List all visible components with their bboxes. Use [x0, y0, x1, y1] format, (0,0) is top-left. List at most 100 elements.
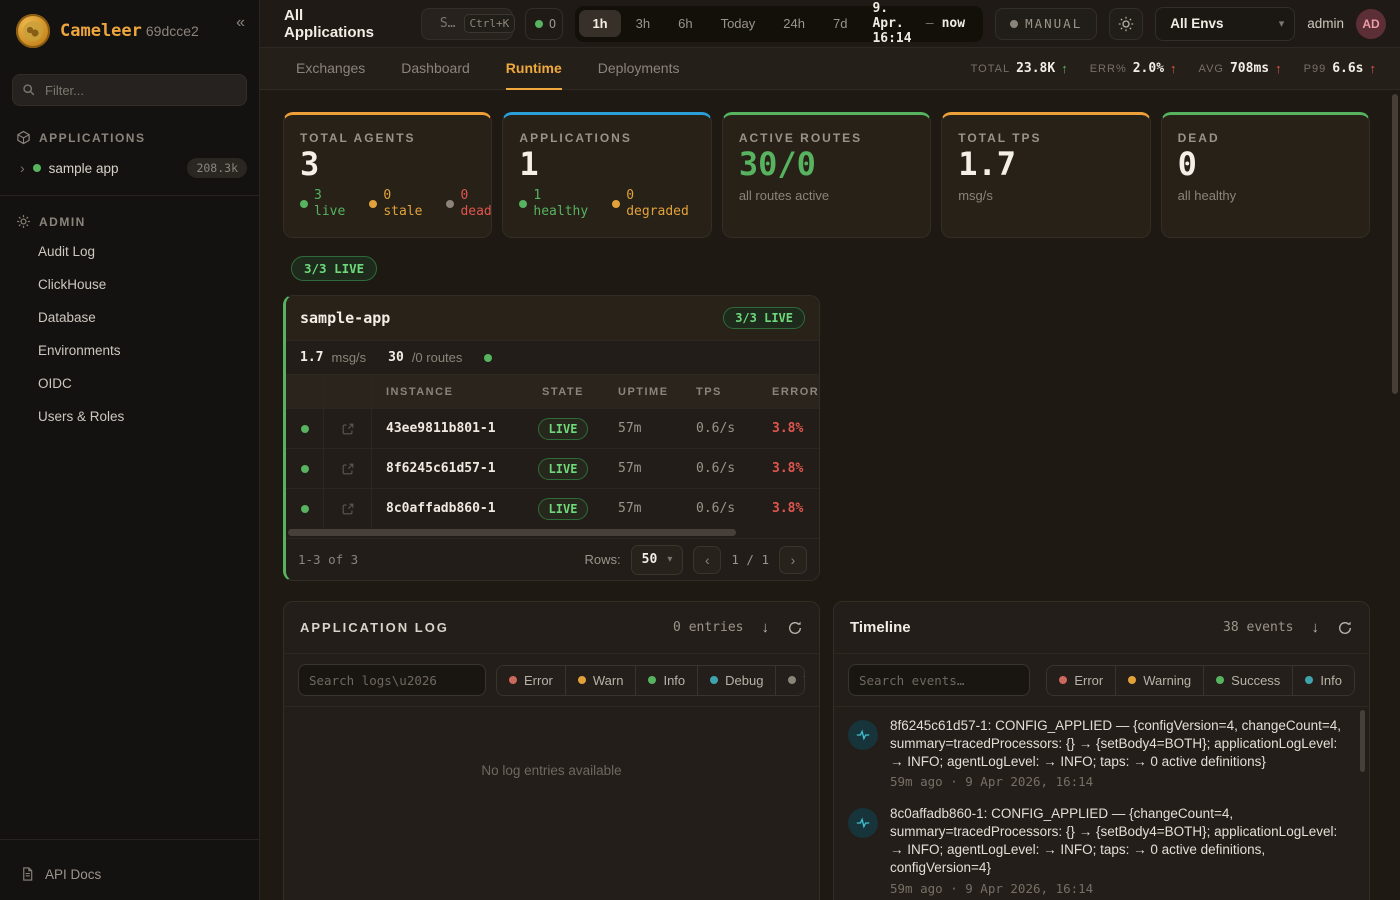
timeline-event-count: 38 events — [1223, 620, 1293, 635]
download-icon[interactable]: ↓ — [1312, 619, 1320, 636]
online-status-button[interactable]: O — [525, 8, 564, 40]
card-value: 30/0 — [739, 147, 914, 182]
tab-deployments[interactable]: Deployments — [598, 48, 680, 90]
filter-info[interactable]: Info — [635, 666, 697, 695]
sample-app-panel: sample-app 3/3 LIVE 1.7 msg/s 30 /0 rout… — [283, 295, 820, 581]
refresh-mode-button[interactable]: MANUAL — [995, 8, 1097, 40]
avatar[interactable]: AD — [1356, 9, 1386, 39]
time-range-1h[interactable]: 1h — [579, 10, 620, 37]
log-panel-title: APPLICATION LOG — [300, 620, 449, 635]
rows-per-page-select[interactable]: 50 ▾ — [631, 545, 684, 575]
main-scrollbar[interactable] — [1392, 94, 1398, 394]
search-icon — [22, 83, 36, 97]
sidebar: Cameleer69dcce2 « APPLICATIONS › sample … — [0, 0, 260, 900]
next-page-button[interactable]: › — [779, 546, 807, 574]
prev-page-button[interactable]: ‹ — [693, 546, 721, 574]
app-live-badge: 3/3 LIVE — [723, 307, 805, 329]
sidebar-item-database[interactable]: Database — [0, 303, 259, 332]
error-dot-icon — [1059, 676, 1067, 684]
sidebar-item-sample-app[interactable]: › sample app 208.3k — [0, 151, 259, 185]
empty-state-message: No log entries available — [284, 707, 819, 778]
filter-success[interactable]: Success — [1203, 666, 1292, 695]
trend-up-icon: ↑ — [1170, 61, 1177, 76]
kpi-label: TOTAL — [971, 63, 1010, 75]
filter-info[interactable]: Info — [1292, 666, 1354, 695]
time-range-7d[interactable]: 7d — [820, 10, 860, 37]
external-link-icon[interactable] — [341, 502, 355, 516]
download-icon[interactable]: ↓ — [762, 619, 770, 636]
uptime-value: 57m — [604, 461, 682, 476]
tab-exchanges[interactable]: Exchanges — [296, 48, 365, 90]
filter-trace[interactable]: Trace — [775, 666, 805, 695]
success-dot-icon — [1216, 676, 1224, 684]
kpi-strip: TOTAL 23.8K ↑ ERR% 2.0% ↑ AVG 708ms ↑ P9… — [971, 61, 1376, 76]
card-legend: 3live 0stale 0dead — [300, 188, 475, 221]
tab-runtime[interactable]: Runtime — [506, 48, 562, 90]
refresh-icon[interactable] — [1337, 620, 1353, 636]
brand-version: 69dcce2 — [146, 23, 199, 39]
debug-dot-icon — [710, 676, 718, 684]
info-dot-icon — [1305, 676, 1313, 684]
refresh-icon[interactable] — [787, 620, 803, 636]
legend-count: 0 — [626, 188, 689, 204]
filter-error[interactable]: Error — [1047, 666, 1115, 695]
sidebar-item-api-docs[interactable]: API Docs — [0, 850, 259, 900]
live-summary-badge: 3/3 LIVE — [291, 256, 377, 281]
tabs-bar: Exchanges Dashboard Runtime Deployments … — [260, 48, 1400, 90]
kpi-label: P99 — [1304, 63, 1327, 75]
sidebar-item-audit-log[interactable]: Audit Log — [0, 237, 259, 266]
sidebar-item-oidc[interactable]: OIDC — [0, 369, 259, 398]
log-level-filter-group: Error Warn Info Debug Trace — [496, 665, 805, 696]
log-search-input[interactable] — [298, 664, 486, 696]
range-from: 9. Apr. 16:14 — [872, 1, 917, 46]
external-link-icon[interactable] — [341, 422, 355, 436]
kpi-label: ERR% — [1090, 63, 1127, 75]
kpi-avg: AVG 708ms ↑ — [1199, 61, 1282, 76]
horizontal-scrollbar[interactable] — [288, 529, 736, 536]
app-routes-value: 30 — [388, 350, 404, 365]
topbar-right: MANUAL All Envs ▾ admin AD — [995, 7, 1386, 41]
theme-toggle-button[interactable] — [1109, 8, 1143, 40]
col-errors: ERRORS — [762, 386, 820, 398]
timeline-search-input[interactable] — [848, 664, 1030, 696]
app-panel-header[interactable]: sample-app 3/3 LIVE — [286, 296, 819, 341]
legend-label: dead — [460, 204, 491, 220]
environment-select[interactable]: All Envs ▾ — [1155, 7, 1295, 41]
sidebar-filter-input[interactable] — [12, 74, 247, 106]
collapse-sidebar-button[interactable]: « — [236, 14, 245, 32]
chevron-down-icon: ▾ — [667, 554, 672, 565]
info-dot-icon — [648, 676, 656, 684]
sidebar-item-users-roles[interactable]: Users & Roles — [0, 402, 259, 431]
filter-label: Error — [524, 673, 553, 688]
sidebar-item-clickhouse[interactable]: ClickHouse — [0, 270, 259, 299]
log-panel-header: APPLICATION LOG 0 entries ↓ — [284, 602, 819, 654]
error-dot-icon — [509, 676, 517, 684]
card-active-routes: ACTIVE ROUTES 30/0 all routes active — [722, 112, 931, 238]
event-text: 8f6245c61d57-1: CONFIG_APPLIED — {config… — [890, 717, 1352, 770]
filter-error[interactable]: Error — [497, 666, 565, 695]
time-range-6h[interactable]: 6h — [665, 10, 705, 37]
timeline-scrollbar[interactable] — [1360, 710, 1365, 772]
time-range-3h[interactable]: 3h — [623, 10, 663, 37]
time-range-24h[interactable]: 24h — [770, 10, 818, 37]
table-row[interactable]: 8c0affadb860-1 LIVE 57m 0.6/s 3.8% 5 — [286, 488, 820, 528]
admin-section-label: ADMIN — [39, 215, 86, 229]
tab-dashboard[interactable]: Dashboard — [401, 48, 470, 90]
filter-warn[interactable]: Warn — [565, 666, 636, 695]
log-filters: Error Warn Info Debug Trace — [284, 654, 819, 707]
filter-warning[interactable]: Warning — [1115, 666, 1203, 695]
expand-chevron-icon[interactable]: › — [20, 160, 25, 176]
sidebar-item-environments[interactable]: Environments — [0, 336, 259, 365]
table-row[interactable]: 43ee9811b801-1 LIVE 57m 0.6/s 3.8% 2 — [286, 408, 820, 448]
table-row[interactable]: 8f6245c61d57-1 LIVE 57m 0.6/s 3.8% 5 — [286, 448, 820, 488]
environment-value: All Envs — [1170, 16, 1223, 31]
state-badge: LIVE — [538, 418, 589, 440]
time-range-today[interactable]: Today — [708, 10, 769, 37]
tps-value: 0.6/s — [682, 501, 762, 516]
global-search-input[interactable]: S… Ctrl+K — [421, 8, 513, 40]
external-link-icon[interactable] — [341, 462, 355, 476]
filter-label: Info — [663, 673, 685, 688]
kpi-value: 23.8K — [1016, 61, 1055, 76]
filter-debug[interactable]: Debug — [697, 666, 775, 695]
date-range-display[interactable]: 9. Apr. 16:14 – now — [862, 1, 979, 46]
